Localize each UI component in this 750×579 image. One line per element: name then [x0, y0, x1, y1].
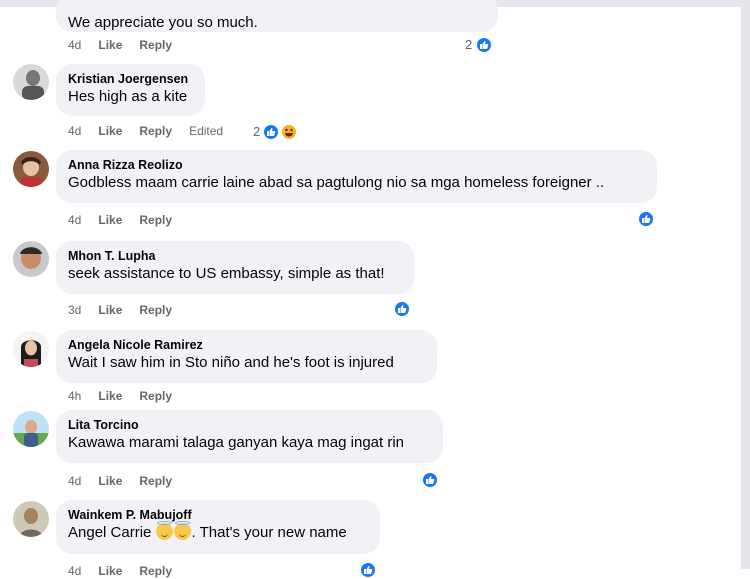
comment-time[interactable]: 4d [68, 474, 81, 488]
reply-button[interactable]: Reply [139, 124, 172, 138]
reply-button[interactable]: Reply [139, 389, 172, 403]
comment-author[interactable]: Kristian Joergensen [68, 71, 193, 87]
comment-bubble: Mhon T. Lupha seek assistance to US emba… [56, 241, 414, 294]
like-button[interactable]: Like [98, 564, 122, 578]
thumbs-up-icon[interactable] [359, 561, 377, 579]
reply-button[interactable]: Reply [139, 474, 172, 488]
comment-text: We appreciate you so much. [68, 14, 258, 31]
comment-time[interactable]: 4h [68, 389, 81, 403]
like-button[interactable]: Like [98, 303, 122, 317]
comment-text: Hes high as a kite [68, 88, 188, 105]
thumbs-up-icon[interactable] [475, 36, 493, 54]
reaction-count[interactable]: 2 [253, 124, 260, 139]
comment-author[interactable]: Mhon T. Lupha [68, 248, 402, 264]
thumbs-up-icon[interactable] [421, 471, 439, 489]
reaction-count[interactable]: 2 [465, 37, 472, 52]
smiling-face-with-halo-icon [155, 521, 173, 540]
comment-actions: 4d Like Reply Edited [68, 123, 240, 139]
like-button[interactable]: Like [98, 474, 122, 488]
comment-time[interactable]: 4d [68, 38, 81, 52]
comment-bubble: Lita Torcino Kawawa marami talaga ganyan… [56, 410, 443, 463]
comment-bubble: Wainkem P. Mabujoff Angel Carrie . That'… [56, 500, 380, 554]
reply-button[interactable]: Reply [139, 303, 172, 317]
smiling-face-with-halo-icon [173, 521, 191, 540]
avatar[interactable] [13, 411, 49, 447]
comment-actions: 4d Like Reply [68, 37, 189, 53]
haha-icon[interactable] [280, 123, 298, 141]
like-button[interactable]: Like [98, 389, 122, 403]
avatar[interactable] [13, 241, 49, 277]
comment-bubble: Angela Nicole Ramirez Wait I saw him in … [56, 330, 437, 383]
reply-button[interactable]: Reply [139, 38, 172, 52]
reply-button[interactable]: Reply [139, 564, 172, 578]
comment-bubble: We appreciate you so much. [56, 0, 498, 32]
comment-author[interactable]: Anna Rizza Reolizo [68, 157, 645, 173]
comment-time[interactable]: 4d [68, 124, 81, 138]
comment-actions: 4d Like Reply [68, 563, 189, 579]
thumbs-up-icon[interactable] [262, 123, 280, 141]
comment-time[interactable]: 3d [68, 303, 81, 317]
avatar[interactable] [13, 501, 49, 537]
thumbs-up-icon[interactable] [393, 300, 411, 318]
comment-text: Angel Carrie . That's your new name [68, 521, 368, 543]
scroll-edge [741, 0, 750, 569]
comment-text-end: . That's your new name [191, 524, 347, 541]
comment-text-start: Angel Carrie [68, 524, 156, 541]
like-button[interactable]: Like [98, 213, 122, 227]
comment-text: Wait I saw him in Sto niño and he's foot… [68, 354, 394, 371]
comment-actions: 4d Like Reply [68, 212, 189, 228]
comment-actions: 3d Like Reply [68, 302, 189, 318]
avatar[interactable] [13, 64, 49, 100]
avatar[interactable] [13, 151, 49, 187]
comment-author[interactable]: Angela Nicole Ramirez [68, 337, 425, 353]
comment-time[interactable]: 4d [68, 564, 81, 578]
comment-text: seek assistance to US embassy, simple as… [68, 265, 385, 282]
comment-author[interactable]: Lita Torcino [68, 417, 431, 433]
like-button[interactable]: Like [98, 38, 122, 52]
comment-actions: 4d Like Reply [68, 473, 189, 489]
like-button[interactable]: Like [98, 124, 122, 138]
comment-bubble: Kristian Joergensen Hes high as a kite [56, 64, 205, 116]
comment-actions: 4h Like Reply [68, 388, 189, 404]
thumbs-up-icon[interactable] [637, 210, 655, 228]
edited-label: Edited [189, 124, 224, 138]
reply-button[interactable]: Reply [139, 213, 172, 227]
avatar[interactable] [13, 331, 49, 367]
comment-text: Godbless maam carrie laine abad sa pagtu… [68, 174, 605, 191]
comment-author[interactable]: Wainkem P. Mabujoff [68, 507, 368, 523]
comment-time[interactable]: 4d [68, 213, 81, 227]
comment-bubble: Anna Rizza Reolizo Godbless maam carrie … [56, 150, 657, 203]
comment-text: Kawawa marami talaga ganyan kaya mag ing… [68, 434, 405, 451]
